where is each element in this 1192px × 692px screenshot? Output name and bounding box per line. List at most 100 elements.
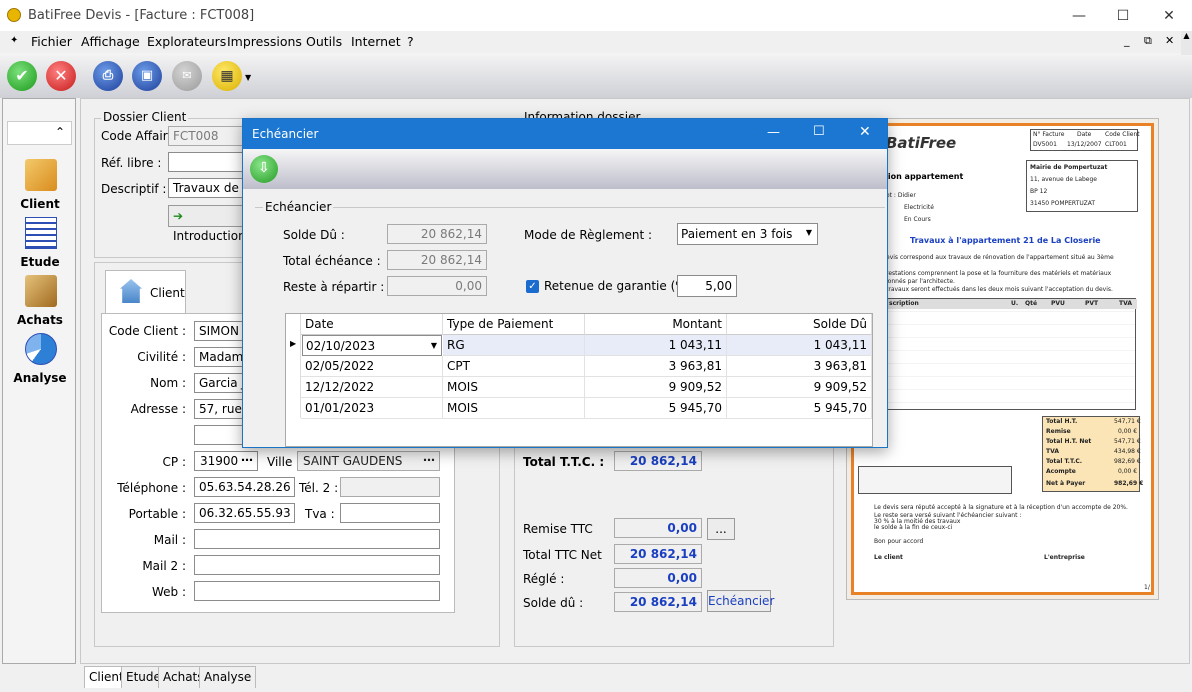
grid-cell-type[interactable]: CPT [443, 356, 585, 377]
total-echeance-label: Total échéance : [283, 254, 381, 268]
preview-hdrv-code: CLT001 [1105, 141, 1127, 148]
echeance-grid: Date Type de Paiement Montant Solde Dû ▶… [285, 313, 873, 447]
client-folder-icon[interactable] [25, 159, 57, 191]
reste-repartir-field: 0,00 [387, 276, 487, 296]
analyse-chart-icon[interactable] [25, 333, 57, 365]
preview-logo: BatiFree [886, 134, 957, 152]
dialog-maximize-icon[interactable]: ☐ [813, 124, 825, 139]
mdi-minimize-icon[interactable]: _ [1124, 34, 1130, 47]
date-dropdown-icon[interactable]: ▼ [431, 341, 437, 350]
preview-hdr-code: Code Client [1105, 131, 1140, 138]
menu-affichage[interactable]: Affichage [81, 34, 140, 49]
preview-total-value: 982,69 € [1114, 480, 1144, 487]
solde-du-field: 20 862,14 [614, 592, 702, 612]
solde-du-modal-field: 20 862,14 [387, 224, 487, 244]
print-icon[interactable]: ⎙ [93, 61, 123, 91]
dropdown-arrow-icon[interactable]: ▼ [245, 73, 251, 82]
col-header-solde[interactable]: Solde Dû [727, 314, 872, 335]
grid-cell-solde[interactable]: 1 043,11 [727, 335, 872, 356]
grid-cell-montant[interactable]: 3 963,81 [585, 356, 727, 377]
grid-cell-date[interactable]: 02/05/2022 [301, 356, 443, 377]
menu-outils[interactable]: Outils [306, 34, 342, 49]
echeancier-dialog: Echéancier — ☐ ✕ ⇩ Echéancier Solde Dû :… [242, 118, 888, 448]
maximize-icon[interactable]: ☐ [1113, 6, 1133, 26]
nav-collapse-button[interactable]: ⌃ [7, 121, 72, 145]
introduction-button[interactable]: ➔ Introduction [168, 205, 248, 243]
nav-analyse[interactable]: Analyse [3, 371, 77, 385]
preview-total-value: 547,71 € [1114, 418, 1141, 425]
preview-total-label: Acompte [1046, 468, 1076, 475]
menu-impressions[interactable]: Impressions [227, 34, 302, 49]
mdi-close-icon[interactable]: ✕ [1165, 34, 1174, 47]
col-header-type[interactable]: Type de Paiement [443, 314, 585, 335]
dossier-client-title: Dossier Client [101, 110, 189, 124]
total-ttc-net-label: Total TTC Net [523, 548, 602, 562]
left-nav-panel: ⌃ Client Etude Achats Analyse [2, 98, 76, 664]
document-page: BatiFree N° Facture Date Code Client DV5… [851, 123, 1154, 595]
grid-cell-date[interactable]: 12/12/2022 [301, 377, 443, 398]
grid-cell-montant[interactable]: 5 945,70 [585, 398, 727, 419]
grid-row-indicator-col [286, 314, 301, 418]
retenue-checkbox[interactable]: ✓ [526, 280, 539, 293]
preview-total-label: TVA [1046, 448, 1059, 455]
grid-cell-type[interactable]: RG [443, 335, 585, 356]
preview-total-value: 434,98 € [1114, 448, 1141, 455]
validate-down-icon[interactable]: ⇩ [250, 155, 278, 183]
remise-ttc-field[interactable]: 0,00 [614, 518, 702, 538]
descriptif-field[interactable]: Travaux de réf [168, 178, 248, 198]
echeancier-button[interactable]: Echéancier [707, 590, 774, 612]
ref-libre-field[interactable] [168, 152, 248, 172]
mdi-icon[interactable]: ✦ [10, 35, 22, 47]
col-header-date[interactable]: Date [301, 314, 443, 335]
grid-cell-montant[interactable]: 9 909,52 [585, 377, 727, 398]
preview-total-label: Total H.T. Net [1046, 438, 1092, 445]
retenue-field[interactable]: 5,00 [677, 275, 737, 297]
achats-tools-icon[interactable] [25, 275, 57, 307]
regle-label: Réglé : [523, 572, 565, 586]
preview-footer-line: le solde à la fin de ceux-ci [874, 524, 953, 531]
mode-reglement-select[interactable]: Paiement en 3 fois ▼ [677, 223, 818, 245]
preview-hdr-facture: N° Facture [1033, 131, 1065, 138]
preview-th: TVA [1119, 300, 1132, 307]
validate-icon[interactable]: ✔ [7, 61, 37, 91]
menu-help[interactable]: ? [407, 34, 414, 49]
preview-client-line: 31450 POMPERTUZAT [1030, 200, 1096, 207]
col-header-montant[interactable]: Montant [585, 314, 727, 335]
nav-client[interactable]: Client [3, 197, 77, 211]
grid-cell-date[interactable]: 01/01/2023 [301, 398, 443, 419]
preview-total-label: Remise [1046, 428, 1071, 435]
main-scrollbar[interactable]: ▲ [1181, 31, 1192, 55]
preview-total-value: 0,00 € [1118, 468, 1138, 475]
remise-ellipsis-button[interactable]: ... [707, 518, 735, 540]
dialog-close-icon[interactable]: ✕ [859, 124, 871, 140]
date-editor[interactable]: 02/10/2023 ▼ [302, 335, 442, 356]
menu-fichier[interactable]: Fichier [31, 34, 72, 49]
grid-cell-solde[interactable]: 3 963,81 [727, 356, 872, 377]
calculator-icon[interactable]: ▦ [212, 61, 242, 91]
mdi-restore-icon[interactable]: ⧉ [1144, 34, 1152, 48]
grid-cell-type[interactable]: MOIS [443, 377, 585, 398]
dialog-minimize-icon[interactable]: — [767, 125, 780, 140]
minimize-icon[interactable]: — [1069, 6, 1089, 26]
grid-cell-montant[interactable]: 1 043,11 [585, 335, 727, 356]
solde-du-label: Solde dû : [523, 596, 584, 610]
date-editor-value: 02/10/2023 [306, 339, 376, 353]
close-icon[interactable]: ✕ [1159, 6, 1179, 26]
menu-internet[interactable]: Internet [351, 34, 401, 49]
menu-explorateurs[interactable]: Explorateurs [147, 34, 226, 49]
grid-cell-type[interactable]: MOIS [443, 398, 585, 419]
bottom-tab-analyse[interactable]: Analyse [199, 666, 257, 688]
preview-lines-table: scription U. Qté PVU PVT TVA [886, 298, 1137, 410]
app-logo-icon [7, 8, 21, 22]
nav-etude[interactable]: Etude [3, 255, 77, 269]
preview-para: restations comprennent la pose et la fou… [886, 270, 1112, 277]
nav-achats[interactable]: Achats [3, 313, 77, 327]
preview-para: evis correspond aux travaux de rénovatio… [886, 254, 1114, 261]
grid-cell-solde[interactable]: 9 909,52 [727, 377, 872, 398]
code-affaire-field[interactable]: FCT008 [168, 126, 248, 146]
document-preview: BatiFree N° Facture Date Code Client DV5… [846, 118, 1159, 600]
grid-cell-solde[interactable]: 5 945,70 [727, 398, 872, 419]
etude-list-icon[interactable] [25, 217, 57, 249]
cancel-icon[interactable]: ✕ [46, 61, 76, 91]
save-icon[interactable]: ▣ [132, 61, 162, 91]
